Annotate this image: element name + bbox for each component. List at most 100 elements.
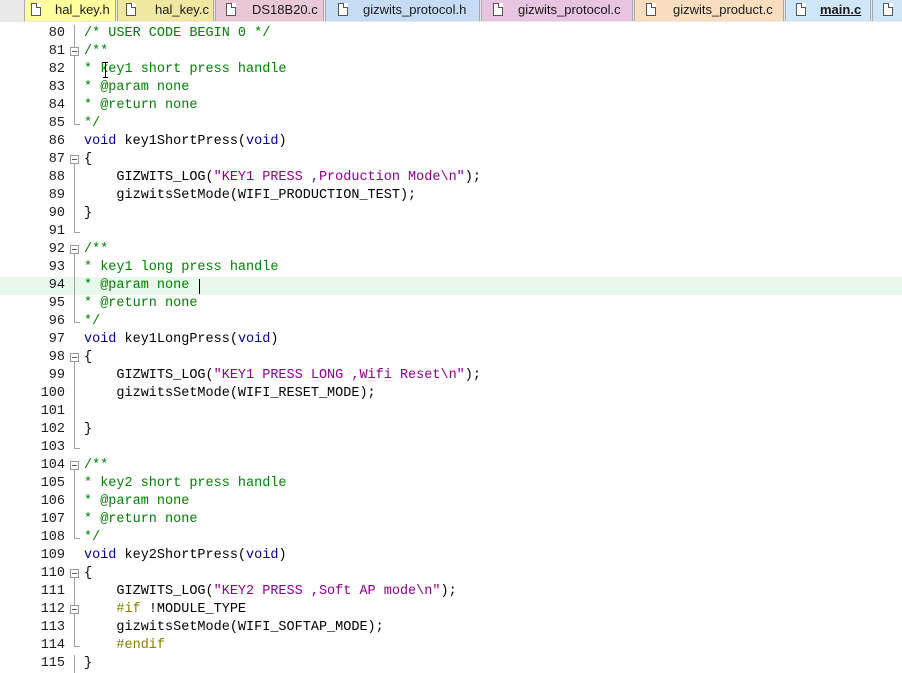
fold-guide: [70, 115, 81, 133]
line-number: 103: [40, 440, 65, 455]
line-number: 91: [48, 224, 65, 239]
fold-guide: [70, 133, 81, 151]
code-line[interactable]: 86 void key1ShortPress(void): [0, 133, 902, 151]
code-line[interactable]: 88 GIZWITS_LOG("KEY1 PRESS ,Production M…: [0, 169, 902, 187]
tab-gizwits-protocol-c[interactable]: gizwits_protocol.c: [481, 0, 633, 21]
tab-hal-key-c[interactable]: hal_key.c: [117, 0, 214, 21]
line-number: 113: [40, 620, 65, 635]
code-line[interactable]: 115}: [0, 655, 902, 673]
fold-toggle-icon[interactable]: [70, 601, 81, 619]
code-token: void: [84, 548, 117, 563]
code-line[interactable]: 112 #if !MODULE_TYPE: [0, 601, 902, 619]
code-line[interactable]: 85 */: [0, 115, 902, 133]
fold-toggle-icon[interactable]: [70, 565, 81, 583]
code-line[interactable]: 81 /**: [0, 43, 902, 61]
line-number: 98: [48, 350, 65, 365]
code-line[interactable]: 91: [0, 223, 902, 241]
code-text: * key1 short press handle: [84, 61, 287, 79]
tab-hal-key-h[interactable]: hal_key.h: [24, 0, 116, 21]
mouse-ibeam-cursor-icon: [103, 62, 109, 78]
code-editor[interactable]: 80 /* USER CODE BEGIN 0 */ 81 /** 82 * key1 s…: [0, 22, 902, 673]
code-token: * @return none: [84, 512, 198, 527]
fold-toggle-icon[interactable]: [70, 241, 81, 259]
file-icon: [493, 3, 503, 16]
fold-guide: [70, 385, 81, 403]
tab-label: DS18B20.c: [252, 2, 318, 17]
code-line[interactable]: 108 */: [0, 529, 902, 547]
code-line[interactable]: 109 void key2ShortPress(void): [0, 547, 902, 565]
line-number: 99: [48, 368, 65, 383]
code-token: key1ShortPress(: [116, 134, 247, 149]
code-token: * key1 short press handle: [84, 62, 287, 77]
code-line[interactable]: 106 * @param none: [0, 493, 902, 511]
code-line[interactable]: 101: [0, 403, 902, 421]
code-line[interactable]: 99 GIZWITS_LOG("KEY1 PRESS LONG ,Wifi Re…: [0, 367, 902, 385]
line-number: 114: [40, 638, 65, 653]
code-line[interactable]: 94 * @param none: [0, 277, 902, 295]
code-line[interactable]: 100 gizwitsSetMode(WIFI_RESET_MODE);: [0, 385, 902, 403]
code-token: {: [84, 152, 93, 167]
code-text: gizwitsSetMode(WIFI_SOFTAP_MODE);: [84, 619, 383, 637]
code-line[interactable]: 95 * @return none: [0, 295, 902, 313]
line-number: 93: [48, 260, 65, 275]
tab-main-c[interactable]: main.c: [785, 0, 871, 21]
code-line[interactable]: 107 * @return none: [0, 511, 902, 529]
code-token: /**: [84, 242, 109, 257]
code-line[interactable]: 97 void key1LongPress(void): [0, 331, 902, 349]
code-token: #endif: [84, 638, 166, 653]
code-line[interactable]: 111 GIZWITS_LOG("KEY2 PRESS ,Soft AP mod…: [0, 583, 902, 601]
code-line[interactable]: 98 {: [0, 349, 902, 367]
code-text: }: [84, 205, 92, 223]
code-line[interactable]: 105 * key2 short press handle: [0, 475, 902, 493]
code-token: GIZWITS_LOG(: [84, 170, 214, 185]
code-line[interactable]: 89 gizwitsSetMode(WIFI_PRODUCTION_TEST);: [0, 187, 902, 205]
code-line[interactable]: 114 #endif: [0, 637, 902, 655]
code-line[interactable]: 84 * @return none: [0, 97, 902, 115]
tab-overflow[interactable]: [872, 0, 902, 21]
code-line[interactable]: 82 * key1 short press handle: [0, 61, 902, 79]
fold-guide: [70, 421, 81, 439]
code-line[interactable]: 113 gizwitsSetMode(WIFI_SOFTAP_MODE);: [0, 619, 902, 637]
line-number: 104: [40, 458, 65, 473]
fold-guide: [70, 169, 81, 187]
code-line[interactable]: 102}: [0, 421, 902, 439]
code-line[interactable]: 80 /* USER CODE BEGIN 0 */: [0, 25, 902, 43]
tab-gizwits-product-c[interactable]: gizwits_product.c: [634, 0, 784, 21]
code-text: */: [84, 115, 100, 133]
code-token: );: [440, 584, 457, 599]
code-token: );: [464, 170, 481, 185]
fold-guide: [70, 205, 81, 223]
code-line[interactable]: 92 /**: [0, 241, 902, 259]
code-line[interactable]: 110 {: [0, 565, 902, 583]
code-line[interactable]: 90}: [0, 205, 902, 223]
code-text: {: [84, 349, 92, 367]
tab-ds18b20-c[interactable]: DS18B20.c: [215, 0, 324, 21]
line-number: 109: [40, 548, 65, 563]
code-text: gizwitsSetMode(WIFI_RESET_MODE);: [84, 385, 375, 403]
fold-guide: [70, 547, 81, 565]
code-line[interactable]: 83 * @param none: [0, 79, 902, 97]
fold-toggle-icon[interactable]: [70, 349, 81, 367]
code-line[interactable]: 104 /**: [0, 457, 902, 475]
code-line[interactable]: 93 * key1 long press handle: [0, 259, 902, 277]
fold-toggle-icon[interactable]: [70, 43, 81, 61]
fold-guide: [70, 439, 81, 457]
code-token: !MODULE_TYPE: [140, 602, 247, 617]
editor-tab-bar: hal_key.h hal_key.c DS18B20.c gizwits_pr…: [0, 0, 902, 23]
code-text: }: [84, 421, 92, 439]
fold-toggle-icon[interactable]: [70, 151, 81, 169]
code-line[interactable]: 103: [0, 439, 902, 457]
code-text: */: [84, 529, 100, 547]
code-token: ): [278, 548, 287, 563]
fold-guide: [70, 295, 81, 313]
line-number: 115: [40, 656, 65, 671]
code-text: * @return none: [84, 97, 197, 115]
code-text: {: [84, 565, 92, 583]
fold-guide: [70, 187, 81, 205]
code-line[interactable]: 96 */: [0, 313, 902, 331]
fold-toggle-icon[interactable]: [70, 457, 81, 475]
code-line[interactable]: 87 {: [0, 151, 902, 169]
line-number: 111: [40, 584, 65, 599]
tab-gizwits-protocol-h[interactable]: gizwits_protocol.h: [325, 0, 480, 21]
code-token: * @return none: [84, 98, 198, 113]
